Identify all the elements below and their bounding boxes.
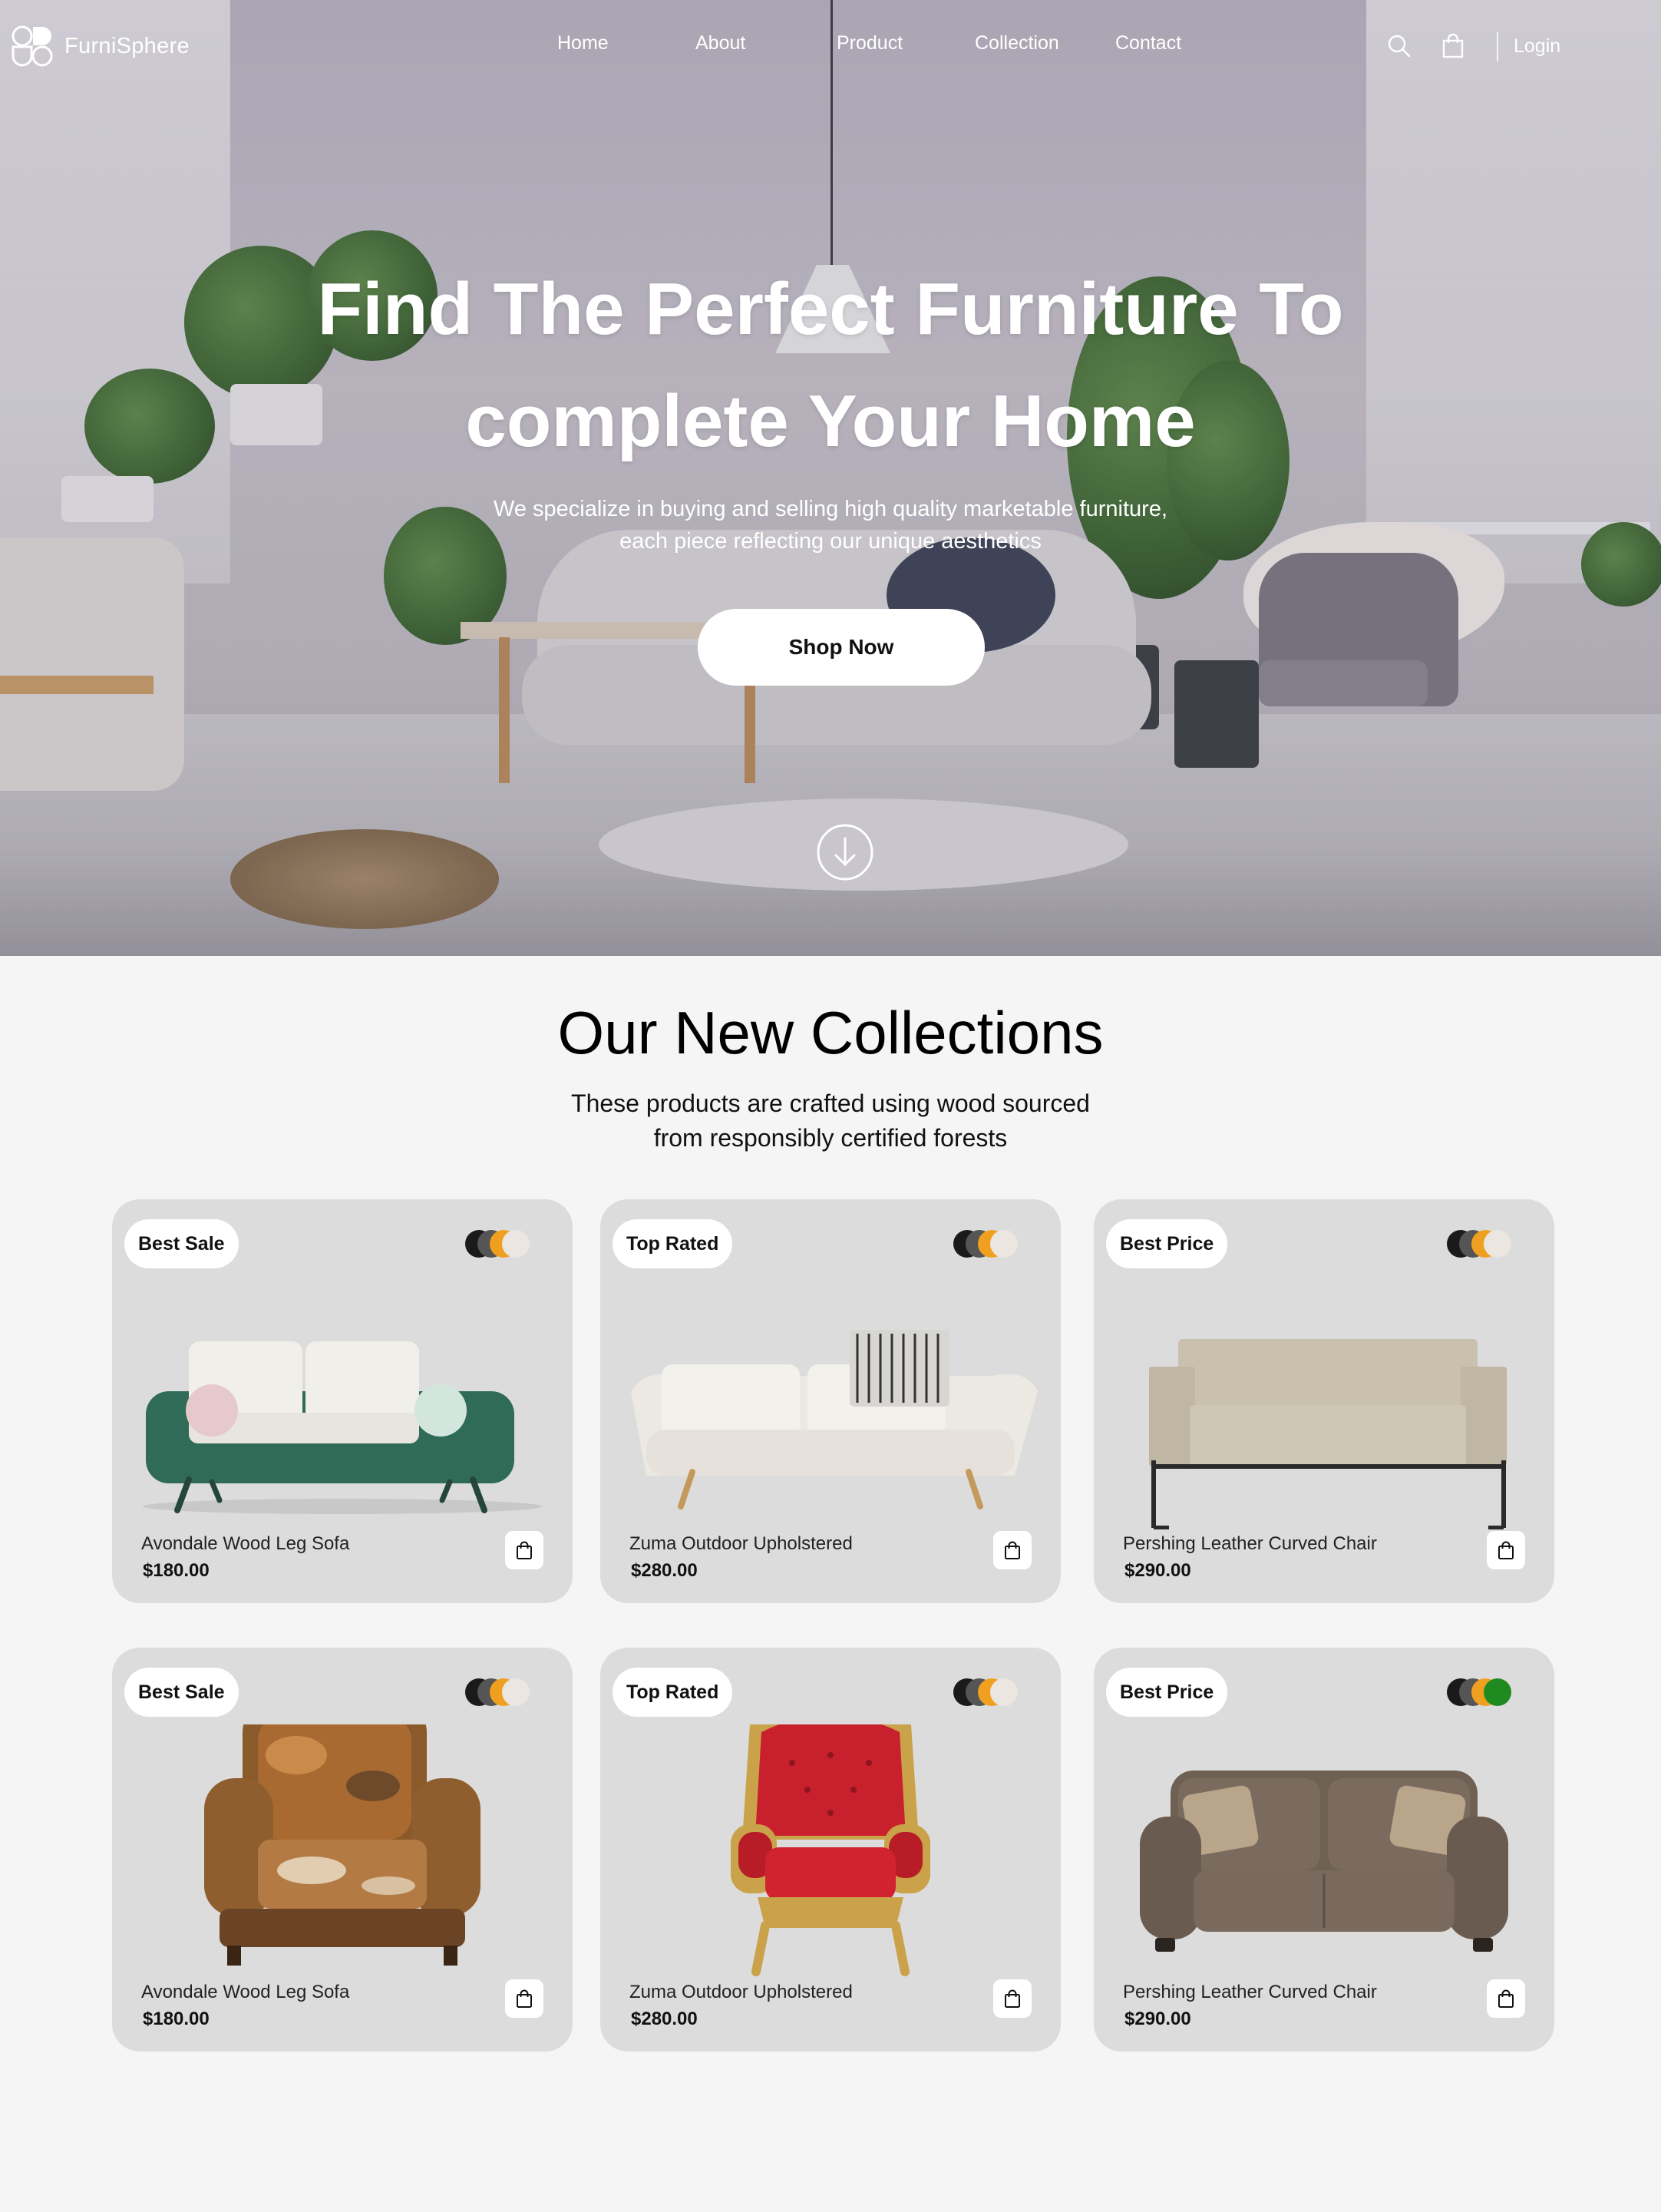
product-image-green-sofa — [143, 1341, 542, 1514]
nav-link-about[interactable]: About — [695, 32, 745, 55]
product-name: Pershing Leather Curved Chair — [1123, 1982, 1377, 2002]
product-image-red-armchair — [731, 1724, 930, 1976]
add-to-cart-button[interactable] — [1487, 1531, 1525, 1569]
color-swatch[interactable] — [502, 1230, 530, 1258]
collections-subtitle-line-2: from responsibly certified forests — [653, 1124, 1008, 1152]
nav-link-collection[interactable]: Collection — [975, 32, 1059, 55]
color-swatches — [1447, 1678, 1516, 1706]
product-card[interactable]: Best Sale Avondale Wood Leg Sofa $180.00 — [112, 1199, 573, 1603]
product-price: $280.00 — [631, 1560, 698, 1581]
shopping-bag-icon — [1498, 1989, 1514, 2008]
nav-link-product[interactable]: Product — [837, 32, 903, 55]
hero-overlay — [0, 0, 1661, 956]
hero-section: FurniSphere Home About Product Collectio… — [0, 0, 1661, 956]
nav-divider — [1497, 32, 1498, 61]
product-price: $290.00 — [1124, 1560, 1191, 1581]
product-badge: Top Rated — [613, 1668, 733, 1717]
shopping-bag-icon — [1005, 1989, 1020, 2008]
color-swatches — [953, 1678, 1022, 1706]
color-swatch[interactable] — [1484, 1678, 1511, 1706]
collections-title: Our New Collections — [557, 999, 1104, 1066]
product-price: $180.00 — [143, 2009, 210, 2029]
product-card[interactable]: Best Price Pershing Leather Curved Chair… — [1094, 1199, 1554, 1603]
collections-subtitle-line-1: These products are crafted using wood so… — [571, 1089, 1090, 1117]
brand-logo[interactable]: FurniSphere — [11, 25, 190, 68]
shopping-bag-icon — [1498, 1541, 1514, 1559]
search-icon[interactable] — [1385, 32, 1413, 60]
shopping-bag-icon[interactable] — [1439, 32, 1467, 60]
hero-title: Find The Perfect Furniture To complete Y… — [0, 253, 1661, 478]
color-swatches — [465, 1678, 534, 1706]
hero-title-line-1: Find The Perfect Furniture To — [317, 268, 1344, 350]
hero-subtitle: We specialize in buying and selling high… — [0, 493, 1661, 557]
product-badge: Best Sale — [124, 1668, 239, 1717]
product-price: $180.00 — [143, 1560, 210, 1581]
shopping-bag-icon — [1005, 1541, 1020, 1559]
add-to-cart-button[interactable] — [993, 1531, 1032, 1569]
color-swatch[interactable] — [990, 1678, 1018, 1706]
add-to-cart-button[interactable] — [1487, 1979, 1525, 2018]
product-name: Avondale Wood Leg Sofa — [141, 1533, 350, 1554]
product-badge: Best Price — [1106, 1668, 1228, 1717]
top-navigation: FurniSphere Home About Product Collectio… — [0, 0, 1661, 92]
product-card[interactable]: Best Sale Avondale Wood Leg Sofa $180.00 — [112, 1648, 573, 2052]
color-swatches — [1447, 1230, 1516, 1258]
add-to-cart-button[interactable] — [505, 1531, 543, 1569]
nav-link-home[interactable]: Home — [557, 32, 609, 55]
color-swatch[interactable] — [502, 1678, 530, 1706]
product-image-beige-sofa — [1149, 1339, 1507, 1529]
hero-subtitle-line-1: We specialize in buying and selling high… — [493, 497, 1167, 521]
collections-subtitle: These products are crafted using wood so… — [0, 1086, 1661, 1156]
product-badge: Top Rated — [613, 1219, 733, 1268]
product-card[interactable]: Top Rated Zuma Outdoor Upholstered $280.… — [600, 1199, 1061, 1603]
brand-name: FurniSphere — [64, 33, 190, 58]
color-swatch[interactable] — [1484, 1230, 1511, 1258]
hero-subtitle-line-2: each piece reflecting our unique aesthet… — [619, 529, 1042, 554]
product-name: Avondale Wood Leg Sofa — [141, 1982, 350, 2002]
hero-title-line-2: complete Your Home — [465, 380, 1196, 462]
arrow-down-circle-icon[interactable] — [816, 823, 874, 881]
color-swatch[interactable] — [990, 1230, 1018, 1258]
product-image-leather-armchair — [204, 1724, 480, 1966]
color-swatches — [953, 1230, 1022, 1258]
product-image-brown-loveseat — [1140, 1771, 1508, 1952]
product-name: Zuma Outdoor Upholstered — [629, 1982, 853, 2002]
product-name: Pershing Leather Curved Chair — [1123, 1533, 1377, 1554]
shopping-bag-icon — [517, 1541, 532, 1559]
product-name: Zuma Outdoor Upholstered — [629, 1533, 853, 1554]
product-badge: Best Sale — [124, 1219, 239, 1268]
logo-icon — [12, 25, 53, 67]
product-image-cream-sofa — [631, 1330, 1038, 1509]
shopping-bag-icon — [517, 1989, 532, 2008]
add-to-cart-button[interactable] — [993, 1979, 1032, 2018]
shop-now-button[interactable]: Shop Now — [698, 609, 985, 686]
color-swatches — [465, 1230, 534, 1258]
add-to-cart-button[interactable] — [505, 1979, 543, 2018]
product-card[interactable]: Top Rated Zuma Outdoor Upholstered $280.… — [600, 1648, 1061, 2052]
product-price: $290.00 — [1124, 2009, 1191, 2029]
product-badge: Best Price — [1106, 1219, 1228, 1268]
login-link[interactable]: Login — [1514, 35, 1560, 58]
nav-link-contact[interactable]: Contact — [1115, 32, 1181, 55]
product-card[interactable]: Best Price Pershing Leather Curved Chair… — [1094, 1648, 1554, 2052]
product-price: $280.00 — [631, 2009, 698, 2029]
